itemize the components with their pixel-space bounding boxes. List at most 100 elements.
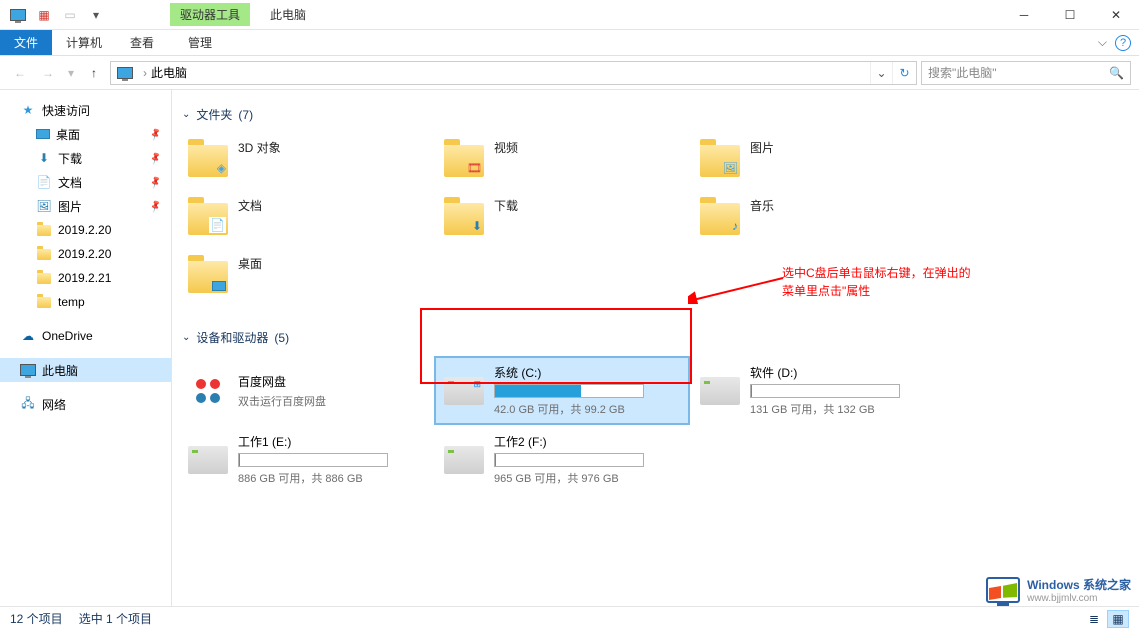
tab-computer[interactable]: 计算机 <box>52 30 116 55</box>
titlebar: ▦ ▭ ▾ 驱动器工具 此电脑 ─ ☐ ✕ <box>0 0 1139 30</box>
drive-icon <box>188 446 228 474</box>
forward-button[interactable]: → <box>36 61 60 85</box>
windows-logo-icon <box>985 572 1021 608</box>
group-header-devices[interactable]: ⌄ 设备和驱动器 (5) <box>178 323 1133 356</box>
refresh-button[interactable]: ↻ <box>892 62 916 84</box>
device-baidu-netdisk[interactable]: 百度网盘 双击运行百度网盘 <box>178 356 434 425</box>
drive-icon: ⊞ <box>444 377 484 405</box>
app-icon <box>8 5 28 25</box>
view-switcher: ≣ ▦ <box>1083 610 1129 628</box>
search-placeholder: 搜索"此电脑" <box>928 64 997 81</box>
baidu-icon <box>188 371 228 411</box>
folder-icon: 📄 <box>186 197 230 241</box>
navigation-pane: ★ 快速访问 桌面 ⬇ 下载 📄 文档 🖼 图片 2019.2.20 2019.… <box>0 90 172 606</box>
network-icon: 🖧 <box>20 396 36 412</box>
sidebar-onedrive[interactable]: ☁ OneDrive <box>0 324 171 348</box>
drive-d[interactable]: 软件 (D:) 131 GB 可用，共 132 GB <box>690 356 946 425</box>
sidebar-network[interactable]: 🖧 网络 <box>0 392 171 416</box>
qat-new-icon[interactable]: ▭ <box>60 5 80 25</box>
minimize-button[interactable]: ─ <box>1001 0 1047 30</box>
folder-icon <box>36 246 52 262</box>
ribbon-collapse-icon[interactable]: ⌵ <box>1098 35 1107 50</box>
breadcrumb-location[interactable]: 此电脑 <box>151 64 187 81</box>
search-input[interactable]: 搜索"此电脑" 🔍 <box>921 61 1131 85</box>
group-header-folders[interactable]: ⌄ 文件夹 (7) <box>178 100 1133 133</box>
help-icon[interactable]: ? <box>1115 35 1131 51</box>
chevron-down-icon: ⌄ <box>182 332 190 343</box>
quick-access-toolbar: ▦ ▭ ▾ <box>0 5 106 25</box>
close-button[interactable]: ✕ <box>1093 0 1139 30</box>
sidebar-this-pc[interactable]: 此电脑 <box>0 358 171 382</box>
folder-music[interactable]: ♪ 音乐 <box>690 191 946 249</box>
folder-pictures[interactable]: 🖼 图片 <box>690 133 946 191</box>
tab-view[interactable]: 查看 <box>116 30 168 55</box>
sidebar-quick-access[interactable]: ★ 快速访问 <box>0 98 171 122</box>
address-history-dropdown[interactable]: ⌄ <box>870 62 892 84</box>
address-bar[interactable]: › 此电脑 ⌄ ↻ <box>110 61 917 85</box>
drive-c[interactable]: ⊞ 系统 (C:) 42.0 GB 可用，共 99.2 GB <box>434 356 690 425</box>
folder-icon <box>36 270 52 286</box>
folder-videos[interactable]: 🎞 视频 <box>434 133 690 191</box>
folder-desktop[interactable]: 桌面 <box>178 249 434 307</box>
onedrive-icon: ☁ <box>20 328 36 344</box>
drive-usage-bar <box>750 384 900 398</box>
sidebar-item-folder1[interactable]: 2019.2.20 <box>0 218 171 242</box>
folder-icon: 🎞 <box>442 139 486 183</box>
drive-usage-bar <box>494 453 644 467</box>
folder-icon: 🖼 <box>698 139 742 183</box>
sidebar-item-folder2[interactable]: 2019.2.20 <box>0 242 171 266</box>
window-controls: ─ ☐ ✕ <box>1001 0 1139 30</box>
drive-usage-bar <box>238 453 388 467</box>
tiles-view-button[interactable]: ▦ <box>1107 610 1129 628</box>
navigation-bar: ← → ▾ ↑ › 此电脑 ⌄ ↻ 搜索"此电脑" 🔍 <box>0 56 1139 90</box>
folder-3d-objects[interactable]: ◈ 3D 对象 <box>178 133 434 191</box>
this-pc-icon <box>20 362 36 378</box>
sidebar-item-downloads[interactable]: ⬇ 下载 <box>0 146 171 170</box>
search-icon[interactable]: 🔍 <box>1109 66 1124 80</box>
details-view-button[interactable]: ≣ <box>1083 610 1105 628</box>
chevron-down-icon: ⌄ <box>182 109 190 120</box>
pictures-icon: 🖼 <box>36 198 52 214</box>
sidebar-item-temp[interactable]: temp <box>0 290 171 314</box>
watermark: Windows 系统之家 www.bjjmlv.com <box>985 572 1131 608</box>
folder-icon: ♪ <box>698 197 742 241</box>
location-icon <box>115 63 135 83</box>
tab-manage[interactable]: 管理 <box>174 30 226 55</box>
ribbon-tabs: 文件 计算机 查看 管理 ⌵ ? <box>0 30 1139 56</box>
sidebar-item-documents[interactable]: 📄 文档 <box>0 170 171 194</box>
folder-icon <box>36 294 52 310</box>
up-button[interactable]: ↑ <box>82 61 106 85</box>
tab-file[interactable]: 文件 <box>0 30 52 55</box>
main-area: ★ 快速访问 桌面 ⬇ 下载 📄 文档 🖼 图片 2019.2.20 2019.… <box>0 90 1139 606</box>
sidebar-item-desktop[interactable]: 桌面 <box>0 122 171 146</box>
contextual-tab-header: 驱动器工具 <box>170 3 250 26</box>
folder-icon <box>36 222 52 238</box>
drive-icon <box>444 446 484 474</box>
desktop-icon <box>36 129 50 139</box>
content-pane[interactable]: ⌄ 文件夹 (7) ◈ 3D 对象 🎞 视频 🖼 图片 📄 文档 ⬇ <box>172 90 1139 606</box>
sidebar-item-pictures[interactable]: 🖼 图片 <box>0 194 171 218</box>
maximize-button[interactable]: ☐ <box>1047 0 1093 30</box>
folders-grid: ◈ 3D 对象 🎞 视频 🖼 图片 📄 文档 ⬇ 下载 ♪ 音乐 <box>178 133 1133 307</box>
sidebar-item-folder3[interactable]: 2019.2.21 <box>0 266 171 290</box>
recent-locations-dropdown[interactable]: ▾ <box>64 61 78 85</box>
drive-e[interactable]: 工作1 (E:) 886 GB 可用，共 886 GB <box>178 425 434 494</box>
drive-icon <box>700 377 740 405</box>
window-title: 此电脑 <box>270 6 306 23</box>
status-item-count: 12 个项目 <box>10 610 63 627</box>
drive-usage-bar <box>494 384 644 398</box>
download-icon: ⬇ <box>36 150 52 166</box>
folder-documents[interactable]: 📄 文档 <box>178 191 434 249</box>
status-selected-count: 选中 1 个项目 <box>79 610 152 627</box>
folder-downloads[interactable]: ⬇ 下载 <box>434 191 690 249</box>
qat-properties-icon[interactable]: ▦ <box>34 5 54 25</box>
status-bar: 12 个项目 选中 1 个项目 ≣ ▦ <box>0 606 1139 630</box>
sidebar-quick-access-label: 快速访问 <box>42 102 90 119</box>
drive-f[interactable]: 工作2 (F:) 965 GB 可用，共 976 GB <box>434 425 690 494</box>
qat-dropdown-icon[interactable]: ▾ <box>86 5 106 25</box>
breadcrumb-separator-icon[interactable]: › <box>139 66 151 80</box>
document-icon: 📄 <box>36 174 52 190</box>
folder-icon: ◈ <box>186 139 230 183</box>
folder-icon <box>186 255 230 299</box>
back-button[interactable]: ← <box>8 61 32 85</box>
